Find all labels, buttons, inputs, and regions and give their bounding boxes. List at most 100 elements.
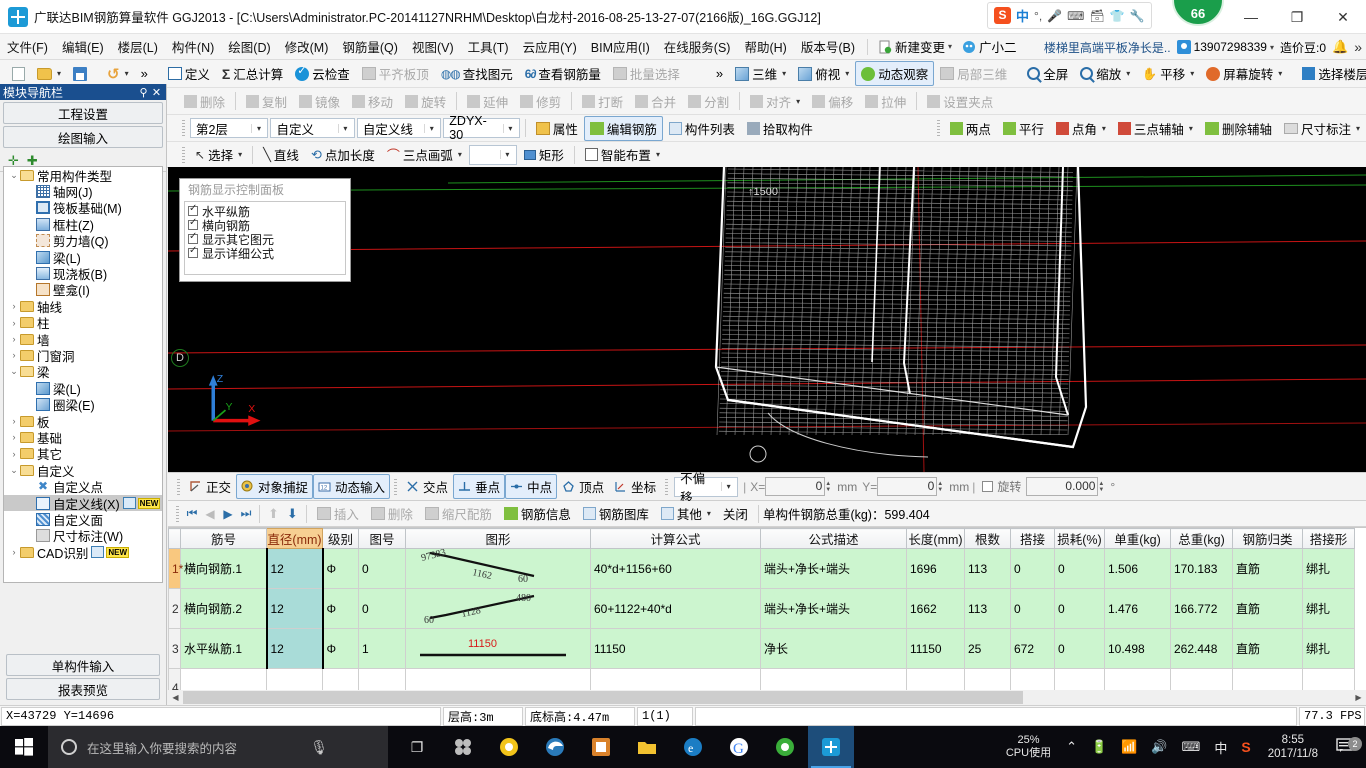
ime-settings-icon[interactable]: 🔧 — [1130, 9, 1145, 23]
tree-item-18[interactable]: ⌄ 自定义 — [4, 462, 162, 479]
menu-floor[interactable]: 楼层(L) — [111, 35, 165, 58]
break-button[interactable]: 打断 — [576, 89, 629, 114]
cell-lap[interactable]: 0 — [1010, 548, 1055, 589]
rotate-checkbox[interactable] — [982, 481, 994, 492]
smart-layout-chevron-down-icon[interactable]: ▾ — [656, 150, 660, 159]
align-chevron-down-icon[interactable]: ▾ — [796, 97, 800, 106]
toolbar3-gripper-2[interactable] — [936, 120, 940, 136]
sidebar-item-report-preview[interactable]: 报表预览 — [6, 678, 160, 700]
table-header-formula[interactable]: 计算公式 — [590, 528, 761, 549]
sidebar-item-draw-input[interactable]: 绘图输入 — [3, 126, 163, 148]
cpu-usage-indicator[interactable]: 25% CPU使用 — [998, 734, 1059, 760]
rotate-input[interactable]: 0.000 — [1026, 477, 1099, 496]
cell-desc[interactable]: 净长 — [760, 628, 907, 669]
close-button[interactable]: ✕ — [1320, 0, 1366, 34]
table-header-len[interactable]: 长度(mm) — [906, 528, 965, 549]
align-button[interactable]: 对齐 ▾ — [744, 89, 806, 114]
cell-unitw[interactable]: 10.498 — [1104, 628, 1171, 669]
taskbar-app-explorer[interactable] — [624, 726, 670, 768]
x-input[interactable]: 0 — [765, 477, 826, 496]
ime-toolbar[interactable]: S 中 °, 🎤 ⌨ 🗃 👕 🔧 — [987, 2, 1152, 29]
merge-button[interactable]: 合并 — [629, 89, 682, 114]
three-point-axis-button[interactable]: 三点辅轴 ▾ — [1112, 116, 1199, 141]
table-header-shape[interactable]: 图形 — [405, 528, 591, 549]
table-header-desc[interactable]: 公式描述 — [760, 528, 907, 549]
cell-cls[interactable]: 直筋 — [1232, 628, 1303, 669]
cell-no[interactable]: 横向钢筋.2 — [180, 588, 267, 629]
cell-unitw[interactable]: 1.476 — [1104, 588, 1171, 629]
tree-item-0[interactable]: ⌄ 常用构件类型 — [4, 167, 162, 184]
menu-overflow-icon[interactable]: » — [1354, 39, 1362, 55]
table-header-grade[interactable]: 级别 — [322, 528, 359, 549]
type-combo[interactable]: 自定义线 ▾ — [356, 118, 442, 138]
category-combo[interactable]: 自定义 ▾ — [270, 118, 355, 138]
new-change-button[interactable]: 新建变更 ▾ — [873, 36, 957, 57]
tree-expander-icon[interactable]: › — [8, 318, 20, 328]
bell-icon[interactable]: 🔔 — [1332, 39, 1348, 55]
cell-lap[interactable]: 672 — [1010, 628, 1055, 669]
cell-loss[interactable]: 0 — [1054, 548, 1105, 589]
screen-rotate-button[interactable]: 屏幕旋转 ▾ — [1200, 61, 1288, 86]
tree-expander-icon[interactable]: ⌄ — [8, 366, 20, 377]
tree-item-13[interactable]: 梁(L) — [4, 380, 162, 397]
component-tree[interactable]: ⌄ 常用构件类型 轴网(J) 筏板基础(M) 框柱(Z) 剪力墙(Q) 梁(L) 现浇板(B)… — [3, 166, 163, 583]
start-button[interactable] — [0, 726, 48, 768]
hscroll-thumb[interactable] — [183, 691, 1023, 704]
undo-button[interactable]: ↺ ▾ — [101, 62, 135, 86]
tree-item-4[interactable]: 剪力墙(Q) — [4, 233, 162, 249]
define-button[interactable]: 定义 — [162, 61, 216, 86]
save-button[interactable] — [67, 64, 93, 84]
menu-edit[interactable]: 编辑(E) — [55, 35, 111, 58]
view-3d-button[interactable]: 三维 ▾ — [729, 61, 792, 86]
hscroll-left-arrow[interactable]: ◀ — [168, 690, 183, 705]
parallel-button[interactable]: 平行 — [997, 116, 1050, 141]
snap-perpendicular-toggle[interactable]: 垂点 — [453, 474, 506, 499]
property-button[interactable]: 属性 — [530, 116, 584, 141]
ortho-toggle[interactable]: 正交 — [184, 474, 236, 499]
hscroll-right-arrow[interactable]: ▶ — [1351, 690, 1366, 705]
point-length-button[interactable]: ⟲ 点加长度 — [305, 142, 381, 167]
tree-expander-icon[interactable]: › — [8, 350, 20, 360]
offset-mode-combo[interactable]: 不偏移 ▾ — [674, 472, 739, 505]
rebar-toolbar-gripper[interactable] — [176, 505, 179, 522]
hint-text[interactable]: 楼梯里高端平板净长是.. — [1044, 39, 1171, 56]
maximize-button[interactable]: ❐ — [1274, 0, 1320, 34]
point-angle-button[interactable]: 点角 ▾ — [1050, 116, 1112, 141]
dimension-chevron-down-icon[interactable]: ▾ — [1356, 124, 1360, 133]
cell-figno[interactable]: 1 — [358, 628, 406, 669]
tree-item-6[interactable]: 现浇板(B) — [4, 265, 162, 282]
select-tool-button[interactable]: ↖ 选择 ▾ — [189, 142, 248, 167]
wifi-icon[interactable]: 📶 — [1114, 739, 1144, 755]
menu-help[interactable]: 帮助(H) — [737, 35, 793, 58]
tree-expander-icon[interactable]: › — [8, 449, 20, 459]
cell-no[interactable]: 横向钢筋.1 — [180, 548, 267, 589]
tree-item-14[interactable]: 圈梁(E) — [4, 396, 162, 413]
nav-first-button[interactable]: ⏮ — [183, 506, 201, 521]
tree-item-22[interactable]: 尺寸标注(W) — [4, 528, 162, 544]
cell-grade[interactable]: Φ — [322, 628, 359, 669]
pick-member-button[interactable]: 拾取构件 — [741, 116, 819, 141]
cell-count[interactable]: 113 — [964, 548, 1011, 589]
rebar-table-container[interactable]: 筋号 直径(mm) 级别 图号 图形 计算公式 公式描述 长度(mm) 根数 搭接 损耗(%) 单重(… — [168, 527, 1366, 705]
tree-item-3[interactable]: 框柱(Z) — [4, 216, 162, 233]
cell-loss[interactable]: 0 — [1054, 628, 1105, 669]
tree-item-19[interactable]: ✖ 自定义点 — [4, 478, 162, 496]
other-chevron-down-icon[interactable]: ▾ — [707, 509, 711, 518]
taskbar-app-edge[interactable] — [532, 726, 578, 768]
tree-expander-icon[interactable]: ⌄ — [8, 465, 20, 476]
set-grip-button[interactable]: 设置夹点 — [921, 89, 999, 114]
status-gripper-2[interactable] — [394, 478, 398, 495]
menu-cloud[interactable]: 云应用(Y) — [516, 35, 584, 58]
ime-language-icon[interactable]: 中 — [1207, 738, 1234, 757]
task-view-button[interactable]: ❐ — [396, 726, 438, 768]
table-header-loss[interactable]: 损耗(%) — [1054, 528, 1105, 549]
cell-dia[interactable]: 12 — [265, 548, 324, 589]
tree-item-10[interactable]: › 墙 — [4, 331, 162, 348]
cell-lapform[interactable]: 绑扎 — [1302, 628, 1355, 669]
delete-button[interactable]: 删除 — [178, 89, 231, 114]
topview-chevron-down-icon[interactable]: ▾ — [845, 69, 849, 78]
three-point-axis-chevron-down-icon[interactable]: ▾ — [1189, 124, 1193, 133]
notification-center-button[interactable]: 2 — [1328, 736, 1366, 757]
cloud-check-button[interactable]: 云检查 — [289, 61, 356, 86]
copy-button[interactable]: 复制 — [240, 89, 293, 114]
